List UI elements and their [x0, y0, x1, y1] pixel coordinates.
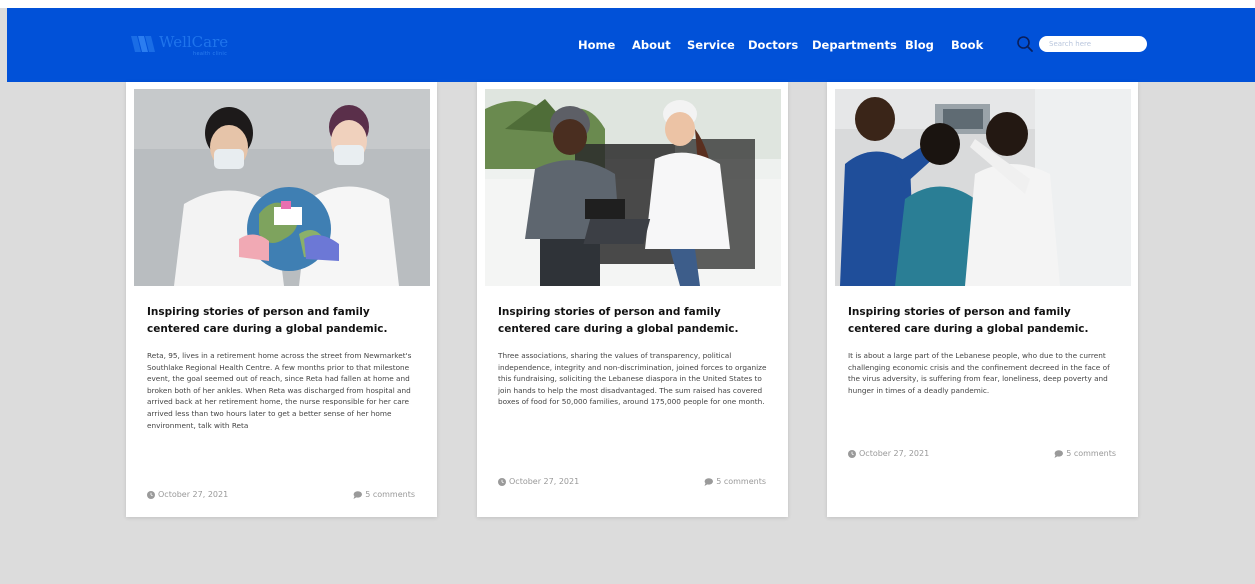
nav-link-blog[interactable]: Blog	[905, 37, 934, 53]
blog-card-3[interactable]: Inspiring stories of person and family c…	[827, 82, 1138, 517]
clock-icon	[498, 477, 506, 486]
blog-card-date: October 27, 2021	[147, 490, 228, 499]
top-strip	[0, 0, 1255, 8]
nav-link-about[interactable]: About	[632, 37, 671, 53]
comment-icon	[704, 477, 714, 486]
date-text: October 27, 2021	[158, 490, 229, 499]
nav-link-service[interactable]: Service	[687, 37, 735, 53]
blog-card-title[interactable]: Inspiring stories of person and family c…	[147, 304, 417, 338]
blog-card-image[interactable]	[134, 89, 430, 286]
blog-card-2[interactable]: Inspiring stories of person and family c…	[477, 82, 788, 517]
date-text: October 27, 2021	[859, 449, 930, 458]
nav-link-home[interactable]: Home	[578, 37, 615, 53]
search-input[interactable]	[1039, 36, 1147, 52]
blog-card-image[interactable]	[835, 89, 1131, 286]
blog-card-comments[interactable]: 5 comments	[353, 490, 415, 499]
navbar: WellCare health clinic Home About Servic…	[7, 8, 1255, 82]
nav-link-doctors[interactable]: Doctors	[748, 37, 798, 53]
blog-card-excerpt: It is about a large part of the Lebanese…	[848, 351, 1110, 395]
comment-icon	[353, 490, 363, 499]
comments-text: 5 comments	[1066, 449, 1116, 458]
clock-icon	[848, 449, 856, 458]
blog-card-image[interactable]	[485, 89, 781, 286]
blog-card-excerpt: Three associations, sharing the values o…	[498, 351, 767, 407]
blog-card-date: October 27, 2021	[498, 477, 579, 486]
blog-card-title[interactable]: Inspiring stories of person and family c…	[848, 304, 1118, 338]
date-text: October 27, 2021	[509, 477, 580, 486]
blog-card-title[interactable]: Inspiring stories of person and family c…	[498, 304, 768, 338]
blog-card-1[interactable]: Inspiring stories of person and family c…	[126, 82, 437, 517]
nav-link-book[interactable]: Book	[951, 37, 983, 53]
blog-card-comments[interactable]: 5 comments	[1054, 449, 1116, 458]
blog-card-excerpt: Reta, 95, lives in a retirement home acr…	[147, 351, 412, 430]
blog-card-comments[interactable]: 5 comments	[704, 477, 766, 486]
comment-icon	[1054, 449, 1064, 458]
search-icon[interactable]	[1016, 35, 1034, 53]
blog-card-date: October 27, 2021	[848, 449, 929, 458]
comments-text: 5 comments	[716, 477, 766, 486]
clock-icon	[147, 490, 155, 499]
comments-text: 5 comments	[365, 490, 415, 499]
nav-link-departments[interactable]: Departments	[812, 37, 897, 53]
